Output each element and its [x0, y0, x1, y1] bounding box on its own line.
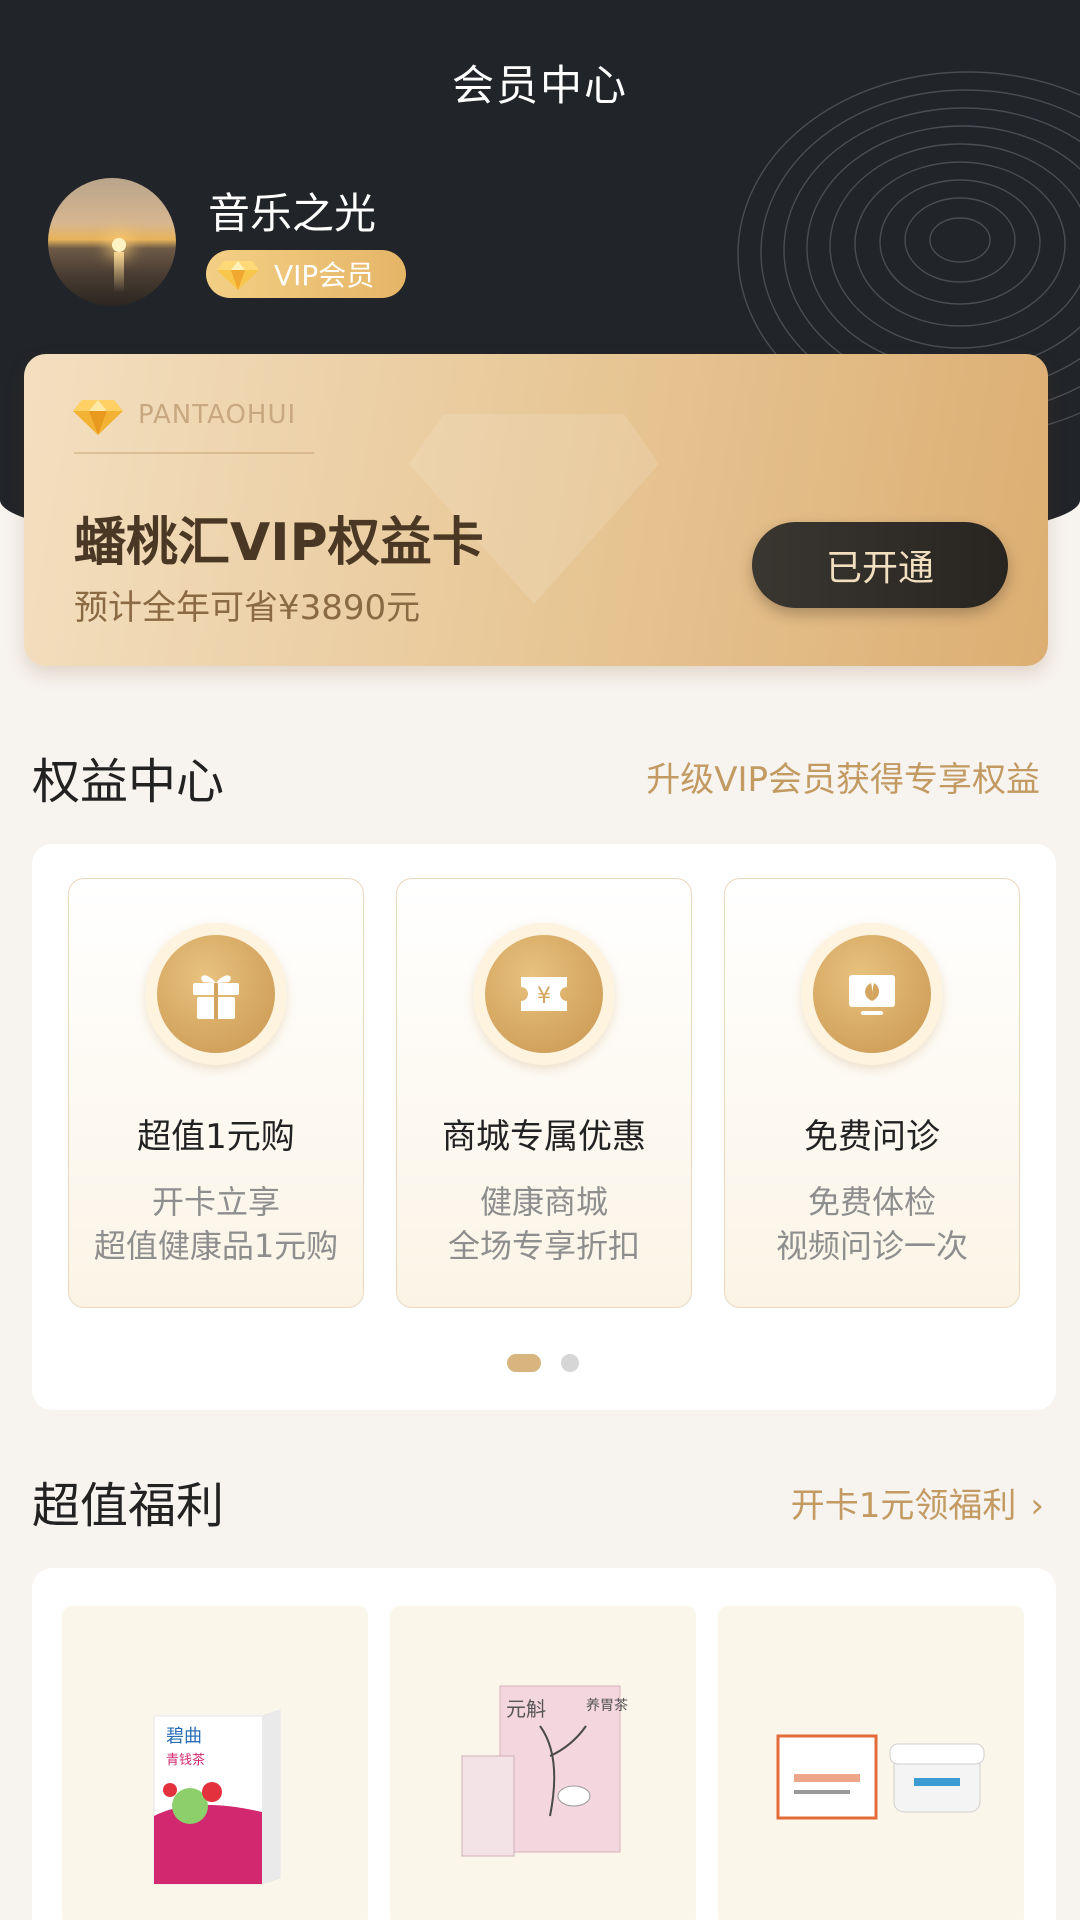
- benefit-desc-line2: 视频问诊一次: [775, 1227, 968, 1265]
- card-divider: [74, 452, 314, 454]
- benefit-title: 免费问诊: [804, 1117, 940, 1157]
- benefit-icon-circle: ¥: [473, 923, 615, 1065]
- benefit-desc-line2: 超值健康品1元购: [93, 1227, 339, 1265]
- benefit-icon-circle: [145, 923, 287, 1065]
- benefit-card-one-yuan[interactable]: 超值1元购 开卡立享 超值健康品1元购: [68, 878, 364, 1308]
- product-box-text: 碧曲: [166, 1726, 202, 1747]
- vip-badge-label: VIP会员: [274, 259, 375, 292]
- products-panel: 碧曲 青钱茶 养胃茶 元斛: [32, 1568, 1056, 1920]
- pager-dot[interactable]: [561, 1354, 579, 1372]
- diamond-icon: [73, 400, 123, 435]
- username: 音乐之光: [208, 189, 377, 238]
- benefit-card-mall-discount[interactable]: ¥ 商城专属优惠 健康商城 全场专享折扣: [396, 878, 692, 1308]
- herbal-tea-product-image: 养胃茶 元斛: [461, 1685, 628, 1857]
- svg-text:¥: ¥: [537, 984, 551, 1009]
- benefit-desc-line1: 开卡立享: [151, 1183, 280, 1221]
- activated-button[interactable]: 已开通: [752, 522, 1008, 608]
- avatar-sun: [112, 238, 126, 252]
- card-brand: PANTAOHUI: [138, 400, 297, 430]
- consultation-icon: [849, 975, 895, 1015]
- pager-dot-active[interactable]: [507, 1354, 541, 1372]
- benefit-icon-circle: [801, 923, 943, 1065]
- benefit-desc-line1: 健康商城: [479, 1183, 608, 1221]
- benefits-panel: 超值1元购 开卡立享 超值健康品1元购 ¥ 商城专属优惠 健康商城 全场专享折扣: [32, 844, 1056, 1410]
- tea-box-product-image: 碧曲 青钱茶: [153, 1709, 281, 1885]
- welfare-section-title: 超值福利: [32, 1478, 225, 1534]
- chevron-right-icon: ›: [1030, 1486, 1044, 1526]
- product-box-text: 养胃茶: [586, 1698, 628, 1714]
- benefit-title: 超值1元购: [137, 1117, 295, 1157]
- card-title: 蟠桃汇VIP权益卡: [74, 513, 484, 573]
- benefit-desc-line2: 全场专享折扣: [447, 1227, 640, 1265]
- benefit-desc-line1: 免费体检: [807, 1183, 936, 1221]
- benefit-card-free-consultation[interactable]: 免费问诊 免费体检 视频问诊一次: [724, 878, 1020, 1308]
- upgrade-vip-link[interactable]: 升级VIP会员获得专享权益: [646, 752, 1040, 801]
- welfare-link[interactable]: 开卡1元领福利 ›: [791, 1478, 1044, 1527]
- product-card[interactable]: 碧曲 青钱茶: [62, 1606, 368, 1920]
- cream-product-image: [776, 1734, 985, 1820]
- avatar[interactable]: [48, 178, 176, 306]
- vip-badge: VIP会员: [206, 250, 406, 298]
- welfare-link-label: 开卡1元领福利: [790, 1486, 1017, 1526]
- coupon-icon: ¥: [521, 977, 567, 1011]
- product-card[interactable]: 养胃茶 元斛: [390, 1606, 696, 1920]
- vip-benefit-card[interactable]: PANTAOHUI 蟠桃汇VIP权益卡 预计全年可省¥3890元 已开通: [24, 354, 1048, 666]
- gift-icon: [193, 975, 239, 1019]
- product-box-subtext: 元斛: [506, 1697, 546, 1721]
- benefits-section-title: 权益中心: [32, 754, 225, 810]
- diamond-icon: [217, 261, 259, 290]
- page-title: 会员中心: [451, 61, 628, 110]
- card-savings: 预计全年可省¥3890元: [74, 588, 421, 628]
- product-box-subtext: 青钱茶: [166, 1752, 205, 1768]
- avatar-reflection: [114, 252, 124, 292]
- product-card[interactable]: [718, 1606, 1024, 1920]
- benefit-title: 商城专属优惠: [442, 1117, 646, 1157]
